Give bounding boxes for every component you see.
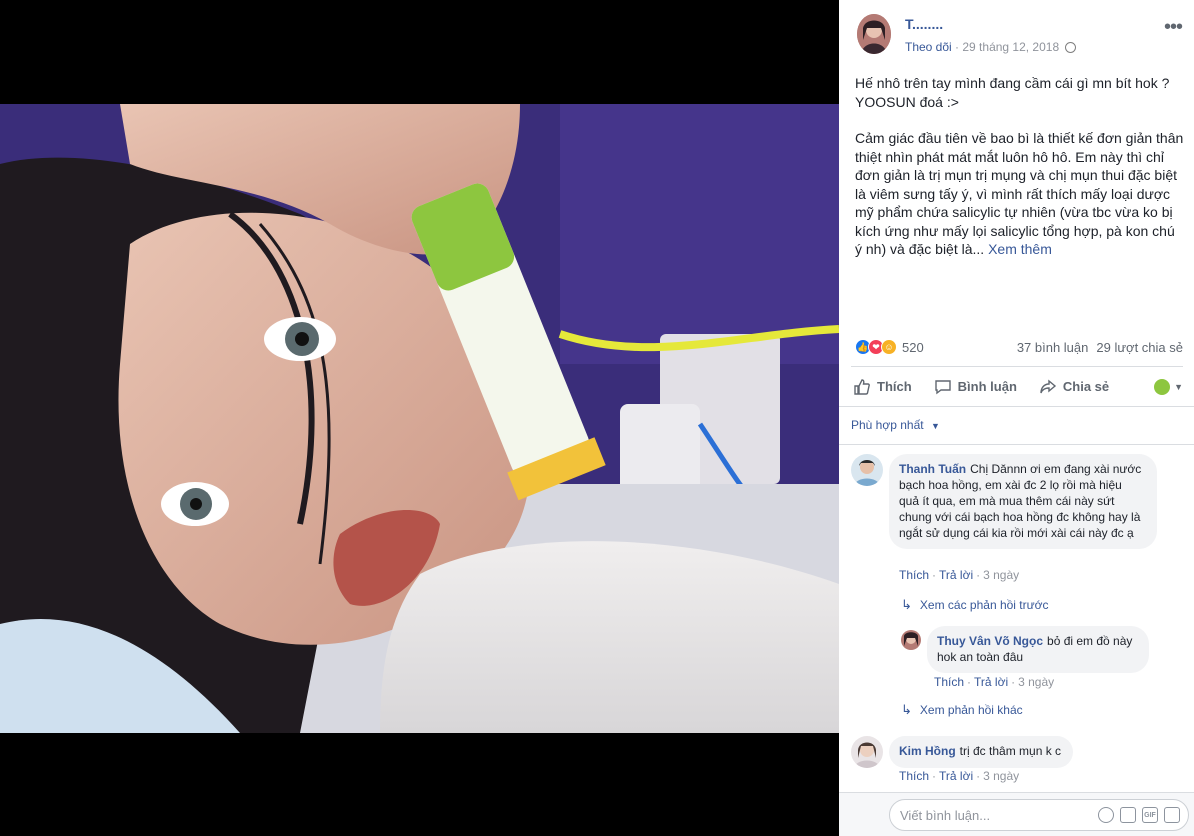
comment-item: Thanh Tuấn Chị Dănnn ơi em đang xài nước … [851,454,1157,549]
comment-label: Bình luận [957,379,1017,394]
commenter-avatar[interactable] [851,736,883,768]
post-actions: Thích Bình luận Chia sẻ ▼ [851,366,1183,406]
globe-icon [1065,41,1077,53]
author-avatar-image [857,14,891,54]
comment-like-link[interactable]: Thích [899,769,929,783]
comment-sort-dropdown[interactable]: Phù hợp nhất ▼ [851,418,940,432]
post-sidebar: T........ Theo dõi · 29 tháng 12, 2018 •… [839,0,1194,836]
comment-bubble: Thanh Tuấn Chị Dănnn ơi em đang xài nước … [889,454,1157,549]
thumbs-up-icon [854,378,870,395]
comment-bubble: Kim Hồng trị đc thâm mụn k c [889,736,1074,768]
author-avatar[interactable] [857,14,891,54]
haha-reaction-icon: ☺ [881,339,897,355]
camera-icon[interactable] [1120,807,1136,823]
share-button[interactable]: Chia sẻ [1037,367,1111,407]
comment-composer-bar: Viết bình luận... GIF [839,792,1194,836]
see-more-link[interactable]: Xem thêm [988,241,1052,257]
commenter-name[interactable]: Kim Hồng [899,744,956,758]
replier-avatar[interactable] [901,630,921,650]
commenter-name[interactable]: Thanh Tuấn [899,462,966,476]
reply-arrow-icon: ↳ [901,702,912,717]
share-label: Chia sẻ [1062,379,1110,394]
audience-selector[interactable]: ▼ [1154,378,1183,395]
comment-reply-link[interactable]: Trả lời [939,568,973,582]
comment-icon [934,379,951,394]
post-meta: Theo dõi · 29 tháng 12, 2018 [905,40,1077,54]
post-paragraph-1: Hế nhô trên tay mình đang cầm cái gì mn … [855,75,1170,110]
comment-actions: Thích · Trả lời · 3 ngày [899,769,1020,783]
reply-item: Thuy Vân Võ Ngọc bỏ đi em đồ này hok an t… [901,626,1149,673]
section-divider [839,406,1194,407]
share-count[interactable]: 29 lượt chia sẻ [1096,340,1183,355]
comment-count[interactable]: 37 bình luận [1017,340,1089,355]
view-other-replies[interactable]: ↳ Xem phản hồi khác [901,702,1023,718]
comment-item: Kim Hồng trị đc thâm mụn k c [851,736,1074,768]
reply-bubble: Thuy Vân Võ Ngọc bỏ đi em đồ này hok an t… [927,626,1149,673]
post-date[interactable]: 29 tháng 12, 2018 [962,40,1059,54]
reply-reply-link[interactable]: Trả lời [974,675,1008,689]
view-other-replies-label: Xem phản hồi khác [919,703,1023,717]
sort-divider [839,444,1194,445]
comment-input[interactable]: Viết bình luận... GIF [889,799,1189,831]
commenter-avatar[interactable] [851,454,883,486]
follow-link[interactable]: Theo dõi [905,40,952,54]
sort-caret-icon: ▼ [930,421,940,431]
selfie-illustration [0,104,839,733]
view-previous-replies[interactable]: ↳ Xem các phản hồi trước [901,597,1049,613]
audience-avatar-icon [1154,378,1171,395]
comment-like-link[interactable]: Thích [899,568,929,582]
comment-time[interactable]: 3 ngày [983,568,1019,582]
avatar-image [901,630,921,650]
post-paragraph-2-text: Cảm giác đầu tiên về bao bì là thiết kế … [855,130,1184,257]
gif-icon[interactable]: GIF [1142,807,1158,823]
reply-time[interactable]: 3 ngày [1018,675,1054,689]
more-options-icon[interactable]: ••• [1164,16,1183,39]
post-author: T........ Theo dõi · 29 tháng 12, 2018 [857,14,1077,56]
meta-separator: · [951,40,963,54]
comment-reply-link[interactable]: Trả lời [939,769,973,783]
comment-text: trị đc thâm mụn k c [959,744,1062,758]
like-button[interactable]: Thích [851,367,914,407]
reactions-summary[interactable]: 👍 ❤ ☺ 520 [855,339,924,355]
avatar-image [851,736,883,768]
emoji-icon[interactable] [1098,807,1114,823]
replier-name[interactable]: Thuy Vân Võ Ngọc [937,634,1043,648]
comment-input-placeholder: Viết bình luận... [900,807,991,823]
reply-arrow-icon: ↳ [901,597,912,612]
reply-actions: Thích · Trả lời · 3 ngày [934,675,1055,689]
post-paragraph-2: Cảm giác đầu tiên về bao bì là thiết kế … [855,129,1185,259]
comment-time[interactable]: 3 ngày [983,769,1019,783]
post-stats: 👍 ❤ ☺ 520 37 bình luận 29 lượt chia sẻ [855,337,1183,357]
post-photo[interactable] [0,104,839,733]
like-label: Thích [877,379,912,394]
comment-actions: Thích · Trả lời · 3 ngày [899,568,1020,582]
photo-viewer [0,0,839,836]
composer-icons: GIF [1098,807,1180,823]
sticker-icon[interactable] [1164,807,1180,823]
chevron-down-icon: ▼ [1174,381,1183,392]
sort-label: Phù hợp nhất [851,418,924,432]
avatar-image [851,454,883,486]
author-name[interactable]: T........ [905,16,1076,36]
reply-like-link[interactable]: Thích [934,675,964,689]
share-icon [1040,379,1056,393]
reaction-count: 520 [902,339,924,355]
view-previous-replies-label: Xem các phản hồi trước [919,598,1049,612]
post-text: Hế nhô trên tay mình đang cầm cái gì mn … [855,74,1185,277]
comment-button[interactable]: Bình luận [932,367,1019,407]
